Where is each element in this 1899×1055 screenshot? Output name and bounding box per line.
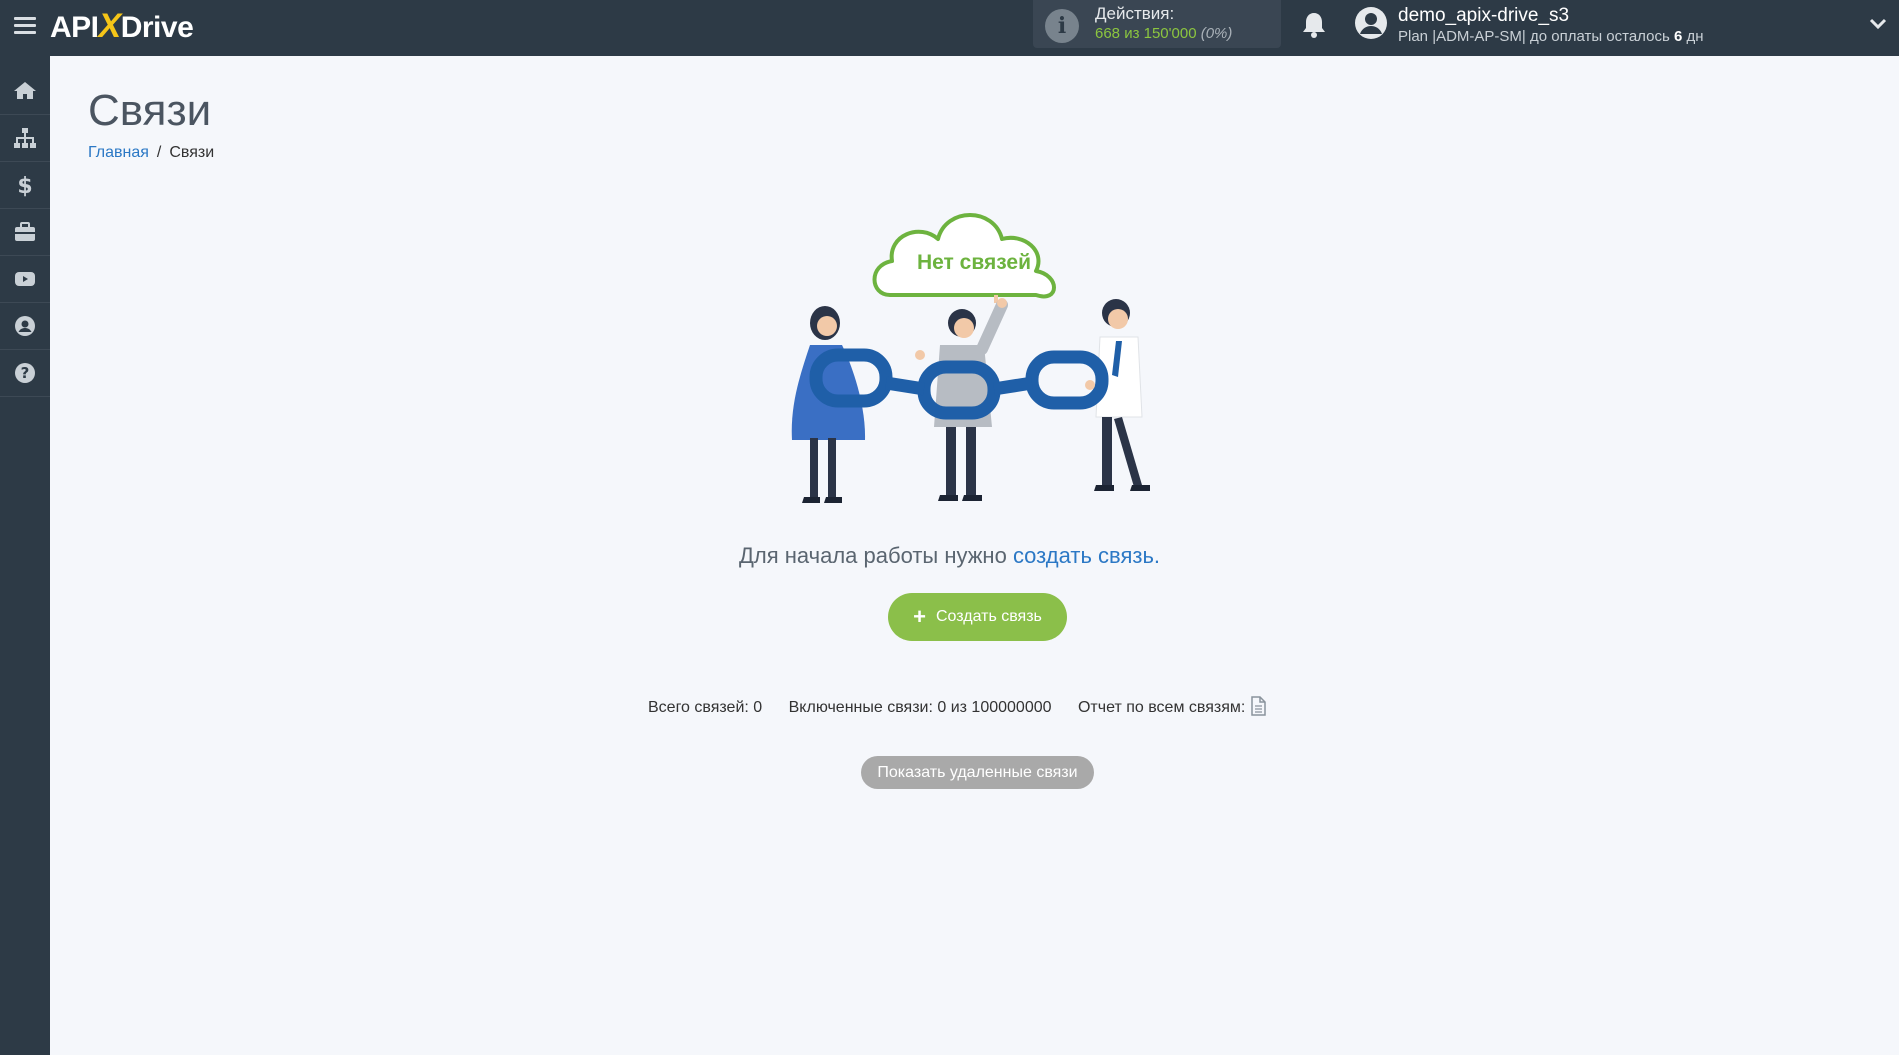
create-connection-button-label: Создать связь xyxy=(935,608,1042,625)
svg-text:?: ? xyxy=(21,364,30,382)
connection-stats: Всего связей: 0 Включенные связи: 0 из 1… xyxy=(648,696,1266,717)
total-connections: Всего связей: 0 xyxy=(648,699,763,716)
question-circle-icon: ? xyxy=(15,363,35,383)
sidebar-item-home[interactable] xyxy=(0,68,50,115)
chevron-down-icon[interactable] xyxy=(1868,14,1888,34)
sidebar-item-services[interactable] xyxy=(0,209,50,256)
empty-state-text: Для начала работы нужно создать связь. xyxy=(0,543,1899,569)
svg-text:$: $ xyxy=(17,174,32,197)
dollar-icon: $ xyxy=(17,174,32,197)
actions-count: 668 из 150'000 (0%) xyxy=(1095,25,1232,42)
sidebar-item-connections[interactable] xyxy=(0,115,50,162)
document-icon[interactable] xyxy=(1250,696,1266,716)
actions-counter: i Действия: 668 из 150'000 (0%) xyxy=(1033,0,1281,48)
user-plan: Plan |ADM-AP-SM| до оплаты осталось 6 дн xyxy=(1398,28,1704,45)
logo-text-right: Drive xyxy=(120,11,194,44)
actions-count-value: 668 из 150'000 xyxy=(1095,25,1197,42)
plan-days-suffix: дн xyxy=(1682,28,1704,45)
empty-state-text-prefix: Для начала работы нужно xyxy=(738,543,1013,568)
actions-percent: (0%) xyxy=(1200,25,1233,42)
menu-icon[interactable] xyxy=(14,14,36,36)
report-label: Отчет по всем связям: xyxy=(1077,699,1246,716)
show-deleted-connections-button[interactable]: Показать удаленные связи xyxy=(861,756,1094,789)
create-connection-link[interactable]: создать связь xyxy=(1013,543,1154,568)
page-title: Связи xyxy=(88,86,212,135)
logo-text-left: API xyxy=(50,11,99,44)
logo-x: X xyxy=(98,7,122,45)
info-icon: i xyxy=(1045,9,1079,43)
sidebar-item-help[interactable]: ? xyxy=(0,350,50,397)
enabled-connections: Включенные связи: 0 из 100000000 xyxy=(788,699,1052,716)
home-icon xyxy=(14,82,36,99)
sidebar-item-video[interactable] xyxy=(0,256,50,303)
empty-state-illustration: Нет связей xyxy=(791,213,1150,503)
breadcrumb-current: Связи xyxy=(169,144,215,161)
briefcase-icon xyxy=(15,222,35,241)
cloud-label: Нет связей xyxy=(917,251,1031,274)
plus-icon: + xyxy=(913,604,926,629)
breadcrumb: Главная / Связи xyxy=(88,144,214,162)
youtube-icon xyxy=(15,272,35,286)
actions-title: Действия: xyxy=(1095,4,1175,23)
plan-text: Plan |ADM-AP-SM| до оплаты осталось xyxy=(1398,28,1674,45)
top-bar: APIXDrive i Действия: 668 из 150'000 (0%… xyxy=(0,0,1899,56)
bell-icon[interactable] xyxy=(1300,10,1328,40)
user-avatar-icon[interactable] xyxy=(1354,6,1388,40)
sidebar-item-profile[interactable] xyxy=(0,303,50,350)
user-circle-icon xyxy=(15,316,35,336)
create-connection-button[interactable]: + Создать связь xyxy=(888,593,1067,641)
logo[interactable]: APIXDrive xyxy=(50,7,194,46)
breadcrumb-separator: / xyxy=(156,144,162,161)
sitemap-icon xyxy=(14,128,36,148)
sidebar-item-billing[interactable]: $ xyxy=(0,162,50,209)
breadcrumb-home-link[interactable]: Главная xyxy=(88,144,149,161)
user-name[interactable]: demo_apix-drive_s3 xyxy=(1398,5,1569,27)
empty-state-text-suffix: . xyxy=(1153,543,1161,568)
